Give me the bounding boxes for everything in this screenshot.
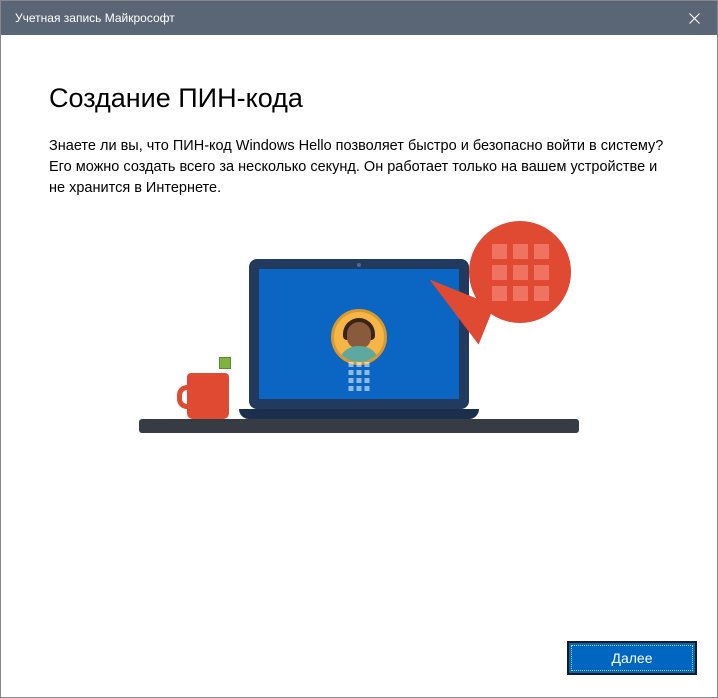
avatar-icon	[331, 309, 387, 365]
footer: Далее	[1, 623, 717, 697]
close-icon	[689, 13, 700, 24]
titlebar-title: Учетная запись Майкрософт	[15, 11, 175, 25]
page-heading: Создание ПИН-кода	[49, 83, 669, 114]
desk-illustration	[139, 419, 579, 433]
page-description: Знаете ли вы, что ПИН-код Windows Hello …	[49, 136, 669, 199]
content-area: Создание ПИН-кода Знаете ли вы, что ПИН-…	[1, 35, 717, 623]
close-button[interactable]	[671, 1, 717, 35]
next-button[interactable]: Далее	[567, 641, 697, 675]
illustration	[49, 233, 669, 433]
callout-bubble	[469, 221, 571, 323]
laptop-illustration	[239, 259, 479, 419]
mug-illustration	[177, 363, 233, 419]
titlebar: Учетная запись Майкрософт	[1, 1, 717, 35]
pinpad-large-icon	[492, 244, 549, 301]
pinpad-small-icon	[349, 362, 370, 391]
dialog-window: Учетная запись Майкрософт Создание ПИН-к…	[0, 0, 718, 698]
